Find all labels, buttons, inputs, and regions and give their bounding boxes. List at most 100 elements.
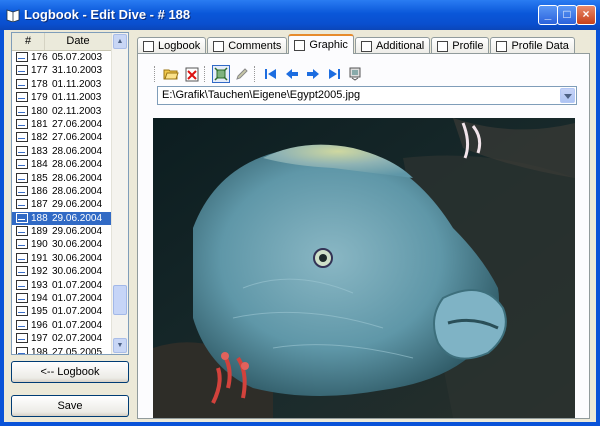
dive-row[interactable]: 194 01.07.2004 [12, 292, 112, 305]
dive-date: 30.06.2004 [52, 239, 103, 251]
dive-number: 195 [31, 306, 48, 318]
dive-row[interactable]: 189 29.06.2004 [12, 225, 112, 238]
dive-row[interactable]: 184 28.06.2004 [12, 158, 112, 171]
dive-date: 28.06.2004 [52, 172, 103, 184]
dive-number: 177 [31, 65, 48, 77]
image-path-text: E:\Grafik\Tauchen\Eigene\Egypt2005.jpg [162, 89, 361, 101]
image-path-combo[interactable]: E:\Grafik\Tauchen\Eigene\Egypt2005.jpg [157, 86, 577, 105]
tab-graphic[interactable]: Graphic [288, 34, 354, 54]
edit-pencil-icon[interactable] [233, 65, 251, 83]
dive-date: 01.07.2004 [52, 293, 103, 305]
dive-log-icon [16, 239, 28, 250]
dive-log-icon [16, 279, 28, 290]
dive-row[interactable]: 188 29.06.2004 [12, 211, 112, 226]
dive-row[interactable]: 185 28.06.2004 [12, 172, 112, 185]
dive-log-icon [16, 78, 28, 89]
dive-row[interactable]: 180 02.11.2003 [12, 105, 112, 118]
dive-date: 01.07.2004 [52, 279, 103, 291]
first-icon[interactable] [262, 65, 280, 83]
next-icon[interactable] [304, 65, 322, 83]
dive-row[interactable]: 198 27.05.2005 [12, 346, 112, 354]
column-header-date[interactable]: Date [45, 33, 112, 50]
dive-row[interactable]: 181 27.06.2004 [12, 118, 112, 131]
dive-number: 184 [31, 159, 48, 171]
scroll-thumb[interactable] [113, 285, 127, 315]
toolbar-grip[interactable] [154, 66, 158, 82]
dive-date: 01.07.2004 [52, 306, 103, 318]
dive-number: 186 [31, 185, 48, 197]
tab-label: Comments [228, 40, 282, 52]
dive-number: 196 [31, 319, 48, 331]
dive-row[interactable]: 176 05.07.2003 [12, 51, 112, 64]
dive-date: 05.07.2003 [52, 52, 103, 63]
dive-log-icon [16, 145, 28, 156]
scroll-down-arrow-icon[interactable]: ▼ [113, 338, 127, 353]
dive-rows: 176 05.07.2003 177 31.10.2003 178 01.11.2003 1… [12, 51, 112, 354]
dive-row[interactable]: 192 30.06.2004 [12, 265, 112, 278]
dive-row[interactable]: 193 01.07.2004 [12, 279, 112, 292]
dive-row[interactable]: 190 30.06.2004 [12, 238, 112, 251]
dive-log-icon [16, 118, 28, 129]
dive-date: 27.06.2004 [52, 118, 103, 130]
dive-row[interactable]: 178 01.11.2003 [12, 78, 112, 91]
dive-number: 197 [31, 333, 48, 345]
delete-image-icon[interactable] [183, 65, 201, 83]
back-to-logbook-button[interactable]: <-- Logbook [11, 361, 129, 383]
dive-row[interactable]: 177 31.10.2003 [12, 64, 112, 77]
app-window: Logbook - Edit Dive - # 188 _ □ × # Date… [0, 0, 600, 426]
list-header: # Date [12, 33, 112, 51]
close-button[interactable]: × [576, 5, 596, 25]
title-bar[interactable]: Logbook - Edit Dive - # 188 _ □ × [0, 0, 600, 30]
tab-profile-data[interactable]: Profile Data [490, 37, 575, 54]
dive-date: 30.06.2004 [52, 252, 103, 264]
chevron-down-icon[interactable] [560, 88, 575, 103]
dive-row[interactable]: 179 01.11.2003 [12, 91, 112, 104]
dive-row[interactable]: 196 01.07.2004 [12, 319, 112, 332]
last-icon[interactable] [325, 65, 343, 83]
dive-number: 192 [31, 266, 48, 278]
minimize-button[interactable]: _ [538, 5, 558, 25]
tab-comments[interactable]: Comments [207, 37, 288, 54]
dive-row[interactable]: 182 27.06.2004 [12, 131, 112, 144]
comments-icon [213, 40, 225, 52]
fit-image-icon[interactable] [212, 65, 230, 83]
dive-row[interactable]: 187 29.06.2004 [12, 198, 112, 211]
dive-log-icon [16, 172, 28, 183]
list-scrollbar[interactable]: ▲ ▼ [111, 33, 128, 354]
dive-log-icon [16, 92, 28, 103]
filmstrip-icon[interactable] [346, 65, 364, 83]
client-area: # Date 176 05.07.2003 177 31.10.2003 178 01.1… [4, 30, 596, 422]
column-header-number[interactable]: # [12, 33, 45, 50]
dive-log-icon [16, 319, 28, 330]
dive-date: 02.07.2004 [52, 333, 103, 345]
dive-log-icon [16, 105, 28, 116]
tab-profile[interactable]: Profile [431, 37, 490, 54]
profile-data-icon [496, 40, 508, 52]
dive-log-icon [16, 52, 28, 62]
dive-number: 179 [31, 92, 48, 104]
maximize-button[interactable]: □ [557, 5, 577, 25]
dive-number: 193 [31, 279, 48, 291]
dive-number: 189 [31, 226, 48, 238]
dive-row[interactable]: 183 28.06.2004 [12, 145, 112, 158]
dive-date: 28.06.2004 [52, 159, 103, 171]
tab-logbook[interactable]: Logbook [137, 37, 207, 54]
graphic-panel: E:\Grafik\Tauchen\Eigene\Egypt2005.jpg [137, 53, 590, 419]
dive-log-icon [16, 159, 28, 170]
tab-label: Profile Data [511, 40, 569, 52]
dive-list[interactable]: # Date 176 05.07.2003 177 31.10.2003 178 01.1… [11, 32, 129, 355]
dive-row[interactable]: 186 28.06.2004 [12, 185, 112, 198]
dive-log-icon [16, 132, 28, 143]
dive-number: 190 [31, 239, 48, 251]
dive-row[interactable]: 195 01.07.2004 [12, 305, 112, 318]
scroll-up-arrow-icon[interactable]: ▲ [113, 34, 127, 49]
save-button[interactable]: Save [11, 395, 129, 417]
dive-row[interactable]: 197 02.07.2004 [12, 332, 112, 345]
dive-date: 27.05.2005 [52, 346, 103, 354]
tab-strip: Logbook Comments Graphic Additional Profile P… [137, 34, 576, 54]
dive-log-icon [16, 266, 28, 277]
tab-additional[interactable]: Additional [354, 37, 431, 54]
open-folder-icon[interactable] [162, 65, 180, 83]
dive-row[interactable]: 191 30.06.2004 [12, 252, 112, 265]
previous-icon[interactable] [283, 65, 301, 83]
